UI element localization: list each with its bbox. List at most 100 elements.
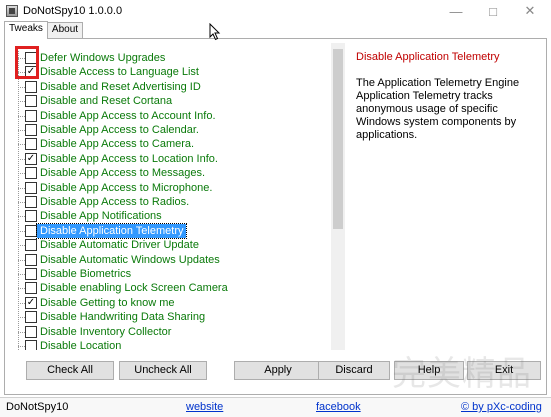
tree-connector (18, 115, 25, 117)
tweak-item[interactable]: Disable Location (10, 339, 328, 350)
tree-connector (18, 216, 25, 218)
tab-tweaks[interactable]: Tweaks (4, 21, 48, 39)
tree-connector (18, 101, 25, 103)
tweak-label: Disable App Access to Microphone. (40, 181, 213, 194)
tweak-label: Disable Biometrics (40, 268, 132, 280)
tree-connector (18, 317, 25, 319)
tweak-item[interactable]: Disable Inventory Collector (10, 325, 328, 339)
tweak-label: Disable and Reset Advertising ID (40, 80, 201, 93)
tweak-checkbox[interactable] (25, 196, 37, 208)
tweak-label: Disable Automatic Driver Update (40, 239, 199, 252)
tweak-item[interactable]: ✓ Disable Access to Language List (10, 65, 328, 79)
tweak-checkbox[interactable]: ✓ (25, 152, 37, 165)
tree-connector (18, 173, 25, 175)
tweak-label: Disable Handwriting Data Sharing (40, 311, 206, 324)
tweak-checkbox[interactable] (25, 95, 37, 108)
status-bar: DoNotSpy10 website facebook © by pXc-cod… (0, 397, 551, 417)
tree-connector (18, 346, 25, 347)
tweak-item[interactable]: Disable App Access to Messages. (10, 166, 328, 180)
tweak-item[interactable]: ✓ Disable App Access to Location Info. (10, 152, 328, 166)
tweak-label: Disable App Access to Calendar. (40, 124, 199, 136)
tree-connector (18, 274, 25, 275)
tweak-label: Disable Access to Language List (40, 66, 199, 79)
tree-connector (18, 202, 25, 203)
tree-connector (18, 144, 25, 146)
tree-connector (18, 288, 25, 290)
tweak-item[interactable]: Disable Application Telemetry (10, 222, 328, 239)
checkmark-icon: ✓ (26, 296, 36, 308)
discard-button[interactable]: Discard (318, 361, 390, 380)
title-bar: DoNotSpy10 1.0.0.0 — □ ✕ (0, 0, 551, 22)
mouse-cursor-icon (209, 23, 221, 41)
tweak-label: Defer Windows Upgrades (40, 52, 166, 64)
tweak-item[interactable]: Disable Biometrics (10, 267, 328, 281)
tweak-checkbox[interactable] (25, 253, 37, 266)
tweak-item[interactable]: Disable Automatic Driver Update (10, 238, 328, 252)
tree-connector (18, 259, 25, 261)
highlight-box (15, 46, 39, 79)
tree-connector (18, 158, 25, 160)
tweak-item[interactable]: Disable and Reset Advertising ID (10, 80, 328, 94)
tweak-checkbox[interactable] (25, 181, 37, 194)
tweak-item[interactable]: Disable and Reset Cortana (10, 94, 328, 108)
tree-connector (18, 331, 25, 333)
tweak-item[interactable]: Disable App Access to Microphone. (10, 181, 328, 195)
tweak-item[interactable]: Disable App Access to Calendar. (10, 123, 328, 137)
tweak-label: Disable Application Telemetry (35, 222, 188, 239)
checklist-scrollbar[interactable] (331, 43, 345, 350)
tweak-label: Disable enabling Lock Screen Camera (40, 282, 228, 295)
tweak-label: Disable App Access to Messages. (40, 167, 206, 180)
tweak-label: Disable App Access to Account Info. (40, 109, 216, 122)
maximize-icon[interactable]: □ (478, 0, 508, 22)
tweak-checkbox[interactable] (25, 138, 37, 151)
tweak-checkbox[interactable] (25, 167, 37, 180)
tweak-label: Disable Automatic Windows Updates (40, 253, 220, 266)
minimize-icon[interactable]: — (441, 0, 471, 22)
description-body: The Application Telemetry Engine Applica… (356, 77, 520, 141)
tweak-item[interactable]: Disable enabling Lock Screen Camera (10, 281, 328, 295)
tweak-label: Disable App Notifications (40, 210, 162, 223)
tree-connector (18, 187, 25, 189)
tweak-label: Disable Getting to know me (40, 296, 175, 309)
tweak-checkbox[interactable] (25, 80, 37, 93)
tweak-checklist: Defer Windows Upgrades ✓ Disable Access to… (10, 43, 328, 350)
checkmark-icon: ✓ (26, 152, 36, 164)
tweak-checkbox[interactable] (25, 224, 37, 237)
status-app-name: DoNotSpy10 (6, 401, 69, 413)
tweak-checkbox[interactable] (25, 210, 37, 223)
tweak-checkbox[interactable] (25, 109, 37, 122)
tweak-checkbox[interactable] (25, 325, 37, 338)
tweak-item[interactable]: Disable App Access to Account Info. (10, 109, 328, 123)
tweak-checkbox[interactable] (25, 268, 37, 280)
close-icon[interactable]: ✕ (515, 0, 545, 22)
tweak-item[interactable]: Disable Automatic Windows Updates (10, 253, 328, 267)
tweak-item[interactable]: Disable App Notifications (10, 209, 328, 223)
scrollbar-thumb[interactable] (333, 49, 343, 229)
tweak-checkbox[interactable] (25, 311, 37, 324)
tweak-item[interactable]: ✓ Disable Getting to know me (10, 296, 328, 310)
tweak-checkbox[interactable] (25, 282, 37, 295)
tree-connector (18, 86, 25, 88)
tweak-item[interactable]: Disable App Access to Radios. (10, 195, 328, 209)
uncheck-all-button[interactable]: Uncheck All (119, 361, 207, 380)
credit-link[interactable]: © by pXc-coding (461, 401, 542, 413)
tweak-checkbox[interactable] (25, 239, 37, 252)
tweak-checkbox[interactable]: ✓ (25, 296, 37, 309)
facebook-link[interactable]: facebook (316, 401, 361, 413)
tweak-label: Disable App Access to Radios. (40, 196, 190, 208)
tree-connector (18, 245, 25, 247)
website-link[interactable]: website (186, 401, 223, 413)
tweak-checkbox[interactable] (25, 124, 37, 136)
tab-about[interactable]: About (46, 22, 84, 38)
description-title: Disable Application Telemetry (356, 51, 500, 63)
tweak-item[interactable]: Disable App Access to Camera. (10, 137, 328, 151)
tweak-item[interactable]: Defer Windows Upgrades (10, 51, 328, 65)
apply-button[interactable]: Apply (234, 361, 322, 380)
tweak-item[interactable]: Disable Handwriting Data Sharing (10, 310, 328, 324)
window-title: DoNotSpy10 1.0.0.0 (23, 5, 123, 17)
watermark-text: 完美精品 (392, 354, 532, 394)
tweak-label: Disable Inventory Collector (40, 325, 172, 338)
tweak-label: Disable App Access to Camera. (40, 138, 195, 151)
check-all-button[interactable]: Check All (26, 361, 114, 380)
tweak-checkbox[interactable] (25, 340, 37, 350)
